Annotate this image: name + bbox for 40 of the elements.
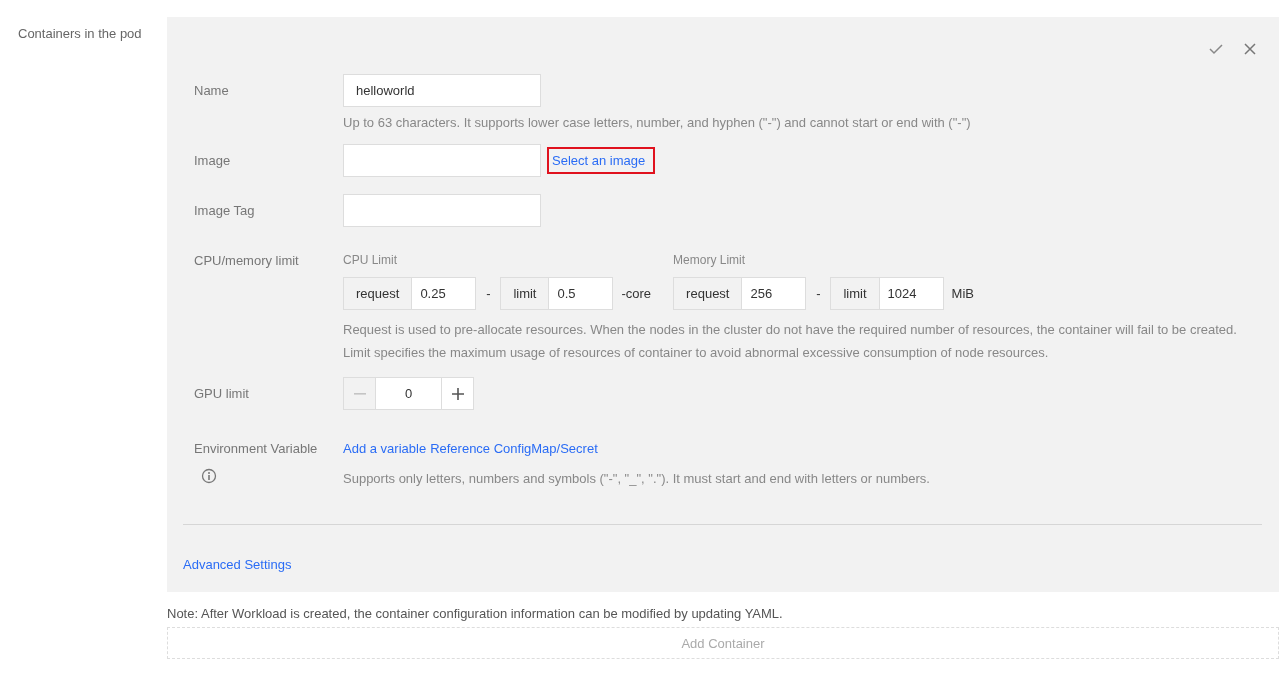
close-icon[interactable] bbox=[1242, 41, 1258, 57]
confirm-icon[interactable] bbox=[1208, 41, 1224, 57]
field-label: GPU limit bbox=[194, 385, 250, 403]
range-separator: - bbox=[485, 286, 492, 301]
gpu-input[interactable]: 0 bbox=[376, 377, 441, 410]
section-label: Containers in the pod bbox=[17, 25, 143, 43]
unit-label: -core bbox=[621, 286, 652, 301]
image-input[interactable] bbox=[343, 144, 541, 177]
advanced-settings-link[interactable]: Advanced Settings bbox=[183, 557, 292, 572]
range-separator: - bbox=[815, 286, 822, 301]
unit-label: MiB bbox=[951, 286, 974, 301]
name-input[interactable]: helloworld bbox=[343, 74, 541, 107]
field-label: Name bbox=[194, 82, 230, 100]
limit-addon: limit bbox=[830, 277, 880, 310]
info-icon[interactable] bbox=[201, 468, 217, 484]
env-link[interactable]: Add a variable bbox=[343, 441, 427, 456]
select-image-link[interactable]: Select an image bbox=[549, 149, 654, 172]
field-label: Image Tag bbox=[194, 202, 256, 220]
help-text: Limit specifies the maximum usage of resources of container to avoid abnormal excessive consumption of node resources. bbox=[343, 344, 1050, 362]
field-label: CPU/memory limit bbox=[194, 252, 300, 270]
minus-icon bbox=[353, 392, 366, 395]
request-input[interactable]: 0.25 bbox=[412, 277, 477, 310]
limit-addon: limit bbox=[500, 277, 550, 310]
help-text: Request is used to pre-allocate resources. When the nodes in the cluster do not have the required number of resources, the container will fail to be created. bbox=[343, 321, 1238, 339]
group-title: Memory Limit bbox=[673, 253, 747, 269]
name-hint: Up to 63 characters. It supports lower case letters, number, and hyphen ("-") and cannot start or end with ("-") bbox=[343, 115, 972, 130]
group-title: CPU Limit bbox=[343, 253, 398, 269]
note-text: Note: After Workload is created, the container configuration information can be modified by updating YAML. bbox=[167, 605, 784, 621]
plus-icon bbox=[451, 387, 464, 400]
limit-input[interactable]: 1024 bbox=[879, 277, 944, 310]
request-addon: request bbox=[673, 277, 743, 310]
field-label: Environment Variable bbox=[194, 441, 319, 456]
image-tag-input[interactable] bbox=[343, 194, 541, 227]
env-hint: Supports only letters, numbers and symbols ("-", "_", "."). It must start and end with letters or numbers. bbox=[343, 471, 931, 486]
limit-input[interactable]: 0.5 bbox=[549, 277, 614, 310]
increment-button[interactable] bbox=[441, 377, 474, 410]
env-link[interactable]: Reference ConfigMap/Secret bbox=[430, 441, 598, 456]
field-label: Image bbox=[194, 152, 232, 170]
request-input[interactable]: 256 bbox=[742, 277, 807, 310]
request-addon: request bbox=[343, 277, 413, 310]
